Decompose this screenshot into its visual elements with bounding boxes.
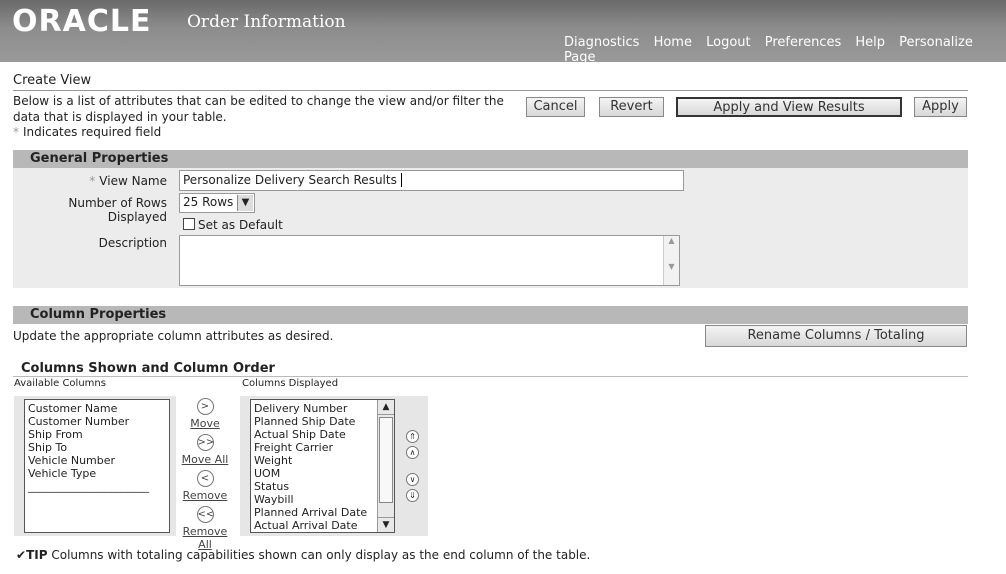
- general-properties-header: General Properties: [13, 150, 968, 168]
- remove-all-button[interactable]: << Remove All: [175, 506, 235, 551]
- link-diagnostics[interactable]: Diagnostics: [564, 35, 639, 50]
- available-columns-list[interactable]: Customer Name Customer Number Ship From …: [24, 399, 170, 533]
- column-properties-instructions: Update the appropriate column attributes…: [13, 329, 334, 343]
- scroll-down-icon: ▼: [668, 262, 675, 271]
- link-preferences[interactable]: Preferences: [765, 35, 841, 50]
- link-home[interactable]: Home: [654, 35, 692, 50]
- tip-note: ✔TIP Columns with totaling capabilities …: [16, 548, 591, 562]
- global-links: Diagnostics Home Logout Preferences Help…: [564, 35, 1006, 65]
- scroll-up-icon[interactable]: ▲: [378, 400, 394, 415]
- list-item[interactable]: Customer Number: [28, 415, 166, 428]
- columns-displayed-label: Columns Displayed: [242, 378, 339, 389]
- description-textarea[interactable]: ▲ ▼: [179, 235, 680, 286]
- description-label: Description: [98, 236, 167, 250]
- list-item[interactable]: ______________________: [28, 480, 166, 493]
- view-name-label: * View Name: [89, 174, 167, 188]
- list-item[interactable]: Freight Carrier: [254, 441, 376, 454]
- required-star: *: [89, 174, 96, 188]
- rows-displayed-label: Number of Rows Displayed: [68, 196, 167, 224]
- checkmark-icon: ✔: [16, 548, 27, 562]
- move-left-icon: <: [196, 470, 214, 487]
- move-all-left-icon: <<: [196, 506, 214, 523]
- move-to-top-icon[interactable]: ⇑: [406, 430, 419, 443]
- chevron-down-icon: ▼: [237, 195, 253, 211]
- column-properties-header: Column Properties: [13, 306, 968, 324]
- cancel-button[interactable]: Cancel: [526, 97, 585, 117]
- set-as-default-checkbox[interactable]: [183, 218, 195, 230]
- required-star: *: [13, 125, 19, 139]
- list-item[interactable]: Status: [254, 480, 376, 493]
- apply-and-view-results-button[interactable]: Apply and View Results: [676, 97, 902, 117]
- list-item[interactable]: Delivery Number: [254, 402, 376, 415]
- shuttle-divider: [13, 376, 968, 377]
- scrollbar[interactable]: ▲ ▼: [377, 400, 394, 532]
- list-item[interactable]: Ship To: [28, 441, 166, 454]
- list-item[interactable]: Waybill: [254, 493, 376, 506]
- list-item[interactable]: Planned Ship Date: [254, 415, 376, 428]
- scroll-thumb[interactable]: [379, 417, 393, 503]
- list-item[interactable]: Actual Arrival Date: [254, 519, 376, 532]
- shuttle-header: Columns Shown and Column Order: [21, 361, 275, 376]
- move-up-icon[interactable]: ∧: [406, 446, 419, 459]
- list-item[interactable]: Ship From: [28, 428, 166, 441]
- intro-text: Below is a list of attributes that can b…: [13, 94, 504, 124]
- page-title: Create View: [13, 73, 92, 88]
- rename-columns-totaling-button[interactable]: Rename Columns / Totaling: [705, 325, 967, 347]
- rows-displayed-select[interactable]: 25 Rows ▼: [179, 193, 255, 213]
- move-button[interactable]: > Move: [175, 398, 235, 430]
- available-columns-label: Available Columns: [14, 378, 106, 389]
- required-note: * Indicates required field: [13, 125, 162, 139]
- move-to-bottom-icon[interactable]: ⇓: [406, 489, 419, 502]
- move-down-icon[interactable]: ∨: [406, 473, 419, 486]
- list-item[interactable]: Actual Ship Date: [254, 428, 376, 441]
- revert-button[interactable]: Revert: [599, 97, 664, 117]
- move-all-right-icon: >>: [196, 434, 214, 451]
- move-all-button[interactable]: >> Move All: [175, 434, 235, 466]
- title-divider: [13, 90, 968, 91]
- scroll-up-icon: ▲: [668, 236, 675, 245]
- move-right-icon: >: [196, 398, 214, 415]
- apply-button[interactable]: Apply: [914, 97, 967, 117]
- oracle-logo: ORACLE: [12, 4, 152, 39]
- remove-button[interactable]: < Remove: [175, 470, 235, 502]
- scroll-down-icon[interactable]: ▼: [378, 517, 394, 532]
- link-help[interactable]: Help: [855, 35, 885, 50]
- scrollbar[interactable]: ▲ ▼: [663, 236, 679, 285]
- list-item[interactable]: Customer Name: [28, 402, 166, 415]
- list-item[interactable]: Vehicle Number: [28, 454, 166, 467]
- columns-displayed-list[interactable]: Delivery Number Planned Ship Date Actual…: [250, 399, 395, 533]
- app-title: Order Information: [187, 12, 346, 32]
- list-item[interactable]: Weight: [254, 454, 376, 467]
- view-name-input[interactable]: Personalize Delivery Search Results: [179, 170, 684, 191]
- link-logout[interactable]: Logout: [706, 35, 751, 50]
- set-as-default-label: Set as Default: [198, 218, 283, 232]
- list-item[interactable]: Vehicle Type: [28, 467, 166, 480]
- list-item[interactable]: Planned Arrival Date: [254, 506, 376, 519]
- list-item[interactable]: UOM: [254, 467, 376, 480]
